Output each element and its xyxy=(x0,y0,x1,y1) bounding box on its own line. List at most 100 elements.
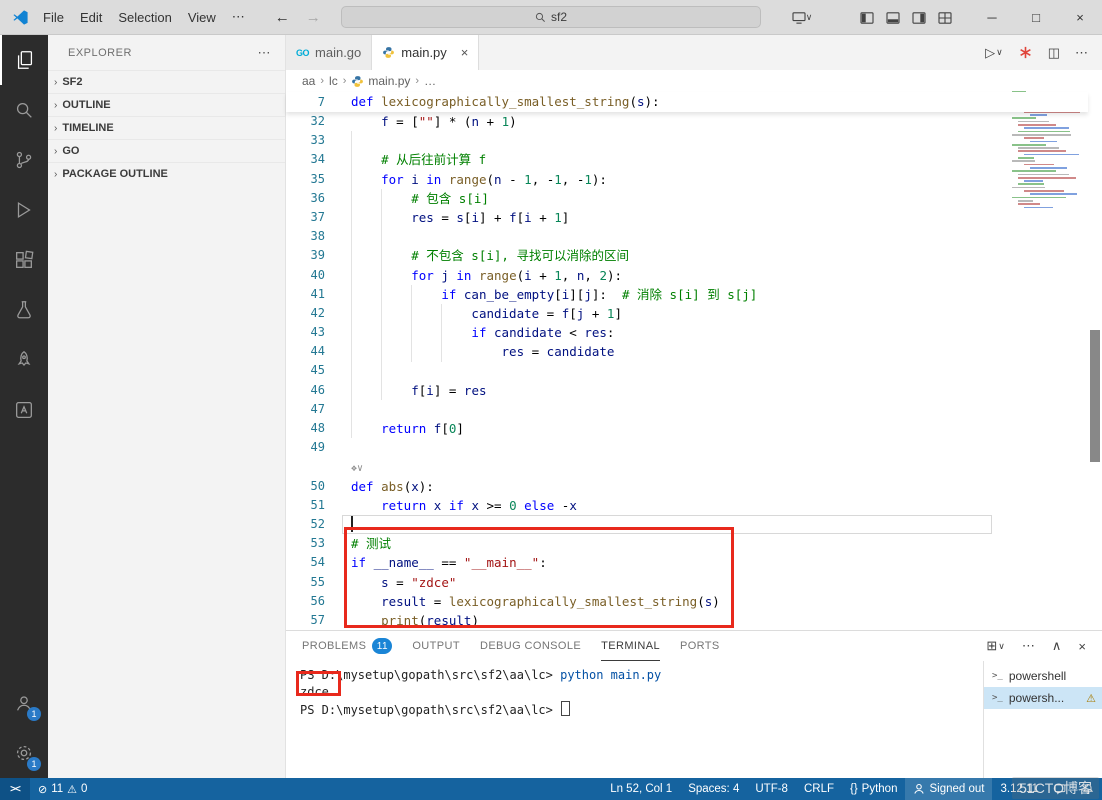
editor-scrollbar[interactable] xyxy=(1090,330,1100,462)
panel-tab-output[interactable]: OUTPUT xyxy=(412,631,460,661)
indentation[interactable]: Spaces: 4 xyxy=(680,778,747,800)
extension-icon-1[interactable] xyxy=(0,335,48,385)
line-number[interactable]: 37 xyxy=(286,208,351,227)
eol-selector[interactable]: CRLF xyxy=(796,778,842,800)
sidebar-item-run-debug[interactable] xyxy=(0,185,48,235)
line-number[interactable]: 38 xyxy=(286,227,351,246)
menu-selection[interactable]: Selection xyxy=(110,10,179,25)
line-number[interactable]: 46 xyxy=(286,381,351,400)
sidebar-section-sf2[interactable]: › SF2 xyxy=(48,70,285,93)
close-icon[interactable]: × xyxy=(461,45,469,60)
breadcrumb-item[interactable]: … xyxy=(424,74,436,88)
back-icon[interactable]: ← xyxy=(267,9,298,26)
open-remote-icon[interactable]: ∨ xyxy=(784,0,820,35)
toggle-panel-icon[interactable] xyxy=(880,0,906,35)
maximize-panel-icon[interactable]: ∧ xyxy=(1052,638,1062,654)
line-number[interactable]: 43 xyxy=(286,323,351,342)
cursor-position[interactable]: Ln 52, Col 1 xyxy=(602,778,680,800)
breadcrumb-item[interactable]: lc xyxy=(329,74,338,88)
tab-main.go[interactable]: GO main.go xyxy=(286,35,373,70)
breadcrumb-item[interactable]: aa xyxy=(302,74,315,88)
line-number[interactable]: 40 xyxy=(286,266,351,285)
sidebar-item-testing[interactable] xyxy=(0,285,48,335)
minimap-bar xyxy=(1024,163,1054,166)
sidebar-section-outline[interactable]: › OUTLINE xyxy=(48,93,285,116)
remote-indicator[interactable]: >< xyxy=(0,778,30,800)
vscode-logo-icon xyxy=(12,9,29,26)
panel-tab-terminal[interactable]: TERMINAL xyxy=(601,631,660,661)
sidebar-item-search[interactable] xyxy=(0,85,48,135)
line-number[interactable]: 47 xyxy=(286,400,351,419)
customize-layout-icon[interactable] xyxy=(932,0,958,35)
minimize-icon[interactable]: ─ xyxy=(970,0,1014,35)
line-number[interactable]: 49 xyxy=(286,438,351,457)
panel-tab-problems[interactable]: PROBLEMS 11 xyxy=(302,631,393,661)
terminal[interactable]: PS D:\mysetup\gopath\src\sf2\aa\lc> pyth… xyxy=(286,661,982,778)
toggle-secondary-sidebar-icon[interactable] xyxy=(906,0,932,35)
menu-file[interactable]: File xyxy=(35,10,72,25)
sidebar-item-explorer[interactable] xyxy=(0,35,48,85)
maximize-icon[interactable]: □ xyxy=(1014,0,1058,35)
panel-more-icon[interactable]: ⋯ xyxy=(1022,638,1035,654)
code-line: 43 if candidate < res: xyxy=(286,323,1102,342)
toggle-primary-sidebar-icon[interactable] xyxy=(854,0,880,35)
line-number[interactable]: 39 xyxy=(286,246,351,265)
extension-icon-2[interactable] xyxy=(0,385,48,435)
run-python-file-button[interactable]: ▷ ∨ xyxy=(985,45,1003,61)
menu-view[interactable]: View xyxy=(180,10,224,25)
line-number[interactable]: 36 xyxy=(286,189,351,208)
close-window-icon[interactable]: × xyxy=(1058,0,1102,35)
sidebar-section-package-outline[interactable]: › PACKAGE OUTLINE xyxy=(48,162,285,185)
line-number[interactable]: 41 xyxy=(286,285,351,304)
line-number[interactable]: 44 xyxy=(286,342,351,361)
menu-edit[interactable]: Edit xyxy=(72,10,110,25)
line-number[interactable]: 57 xyxy=(286,611,351,630)
editor-more-icon[interactable]: ⋯ xyxy=(1075,45,1088,61)
encoding[interactable]: UTF-8 xyxy=(747,778,796,800)
line-number[interactable]: 54 xyxy=(286,553,351,572)
run-code-icon[interactable] xyxy=(1018,45,1033,60)
account-status[interactable]: Signed out xyxy=(905,778,993,800)
account-button[interactable]: 1 xyxy=(0,678,48,728)
sidebar-item-source-control[interactable] xyxy=(0,135,48,185)
line-number[interactable]: 34 xyxy=(286,150,351,169)
close-panel-icon[interactable]: × xyxy=(1078,639,1086,654)
breadcrumb-item[interactable]: main.py xyxy=(351,74,410,88)
tab-main.py[interactable]: main.py × xyxy=(372,35,480,70)
minimap-bar xyxy=(1024,206,1053,209)
settings-button[interactable]: 1 xyxy=(0,728,48,778)
line-number[interactable]: 35 xyxy=(286,170,351,189)
line-number[interactable]: 42 xyxy=(286,304,351,323)
line-number[interactable]: 53 xyxy=(286,534,351,553)
explorer-more-icon[interactable]: ⋯ xyxy=(258,45,272,61)
search-input[interactable]: sf2 xyxy=(341,6,761,28)
panel-tab-ports[interactable]: PORTS xyxy=(680,631,720,661)
minimap-bar xyxy=(1018,199,1033,202)
line-number[interactable]: 50 xyxy=(286,477,351,496)
line-number[interactable]: 56 xyxy=(286,592,351,611)
forward-icon[interactable]: → xyxy=(298,9,329,26)
sidebar-section-timeline[interactable]: › TIMELINE xyxy=(48,116,285,139)
menu-more-icon[interactable]: ⋯ xyxy=(224,9,253,25)
panel-tab-debug-console[interactable]: DEBUG CONSOLE xyxy=(480,631,581,661)
line-number[interactable]: 32 xyxy=(286,112,351,131)
terminal-list-item[interactable]: >_ powersh... ⚠ xyxy=(984,687,1102,709)
sidebar-item-extensions[interactable] xyxy=(0,235,48,285)
line-text: for i in range(n - 1, -1, -1): xyxy=(381,171,607,187)
line-number[interactable]: 33 xyxy=(286,131,351,150)
line-number[interactable] xyxy=(286,457,351,476)
line-number[interactable]: 48 xyxy=(286,419,351,438)
line-number[interactable]: 45 xyxy=(286,361,351,380)
sticky-scroll-line[interactable]: 7 def lexicographically_smallest_string(… xyxy=(286,92,1088,112)
terminal-launch-icon[interactable]: ⊞ ∨ xyxy=(986,638,1005,654)
terminal-list-item[interactable]: >_ powershell xyxy=(984,665,1102,687)
chevron-right-icon: › xyxy=(320,75,325,87)
line-number[interactable]: 51 xyxy=(286,496,351,515)
inline-action-icon[interactable]: ❖∨ xyxy=(351,463,363,474)
line-number[interactable]: 55 xyxy=(286,573,351,592)
line-number[interactable]: 52 xyxy=(286,515,351,534)
sidebar-section-go[interactable]: › GO xyxy=(48,139,285,162)
problems-status[interactable]: ⊘ 11 ⚠ 0 xyxy=(30,778,95,800)
language-mode[interactable]: {} Python xyxy=(842,778,906,800)
split-editor-icon[interactable]: ◫ xyxy=(1048,45,1060,61)
